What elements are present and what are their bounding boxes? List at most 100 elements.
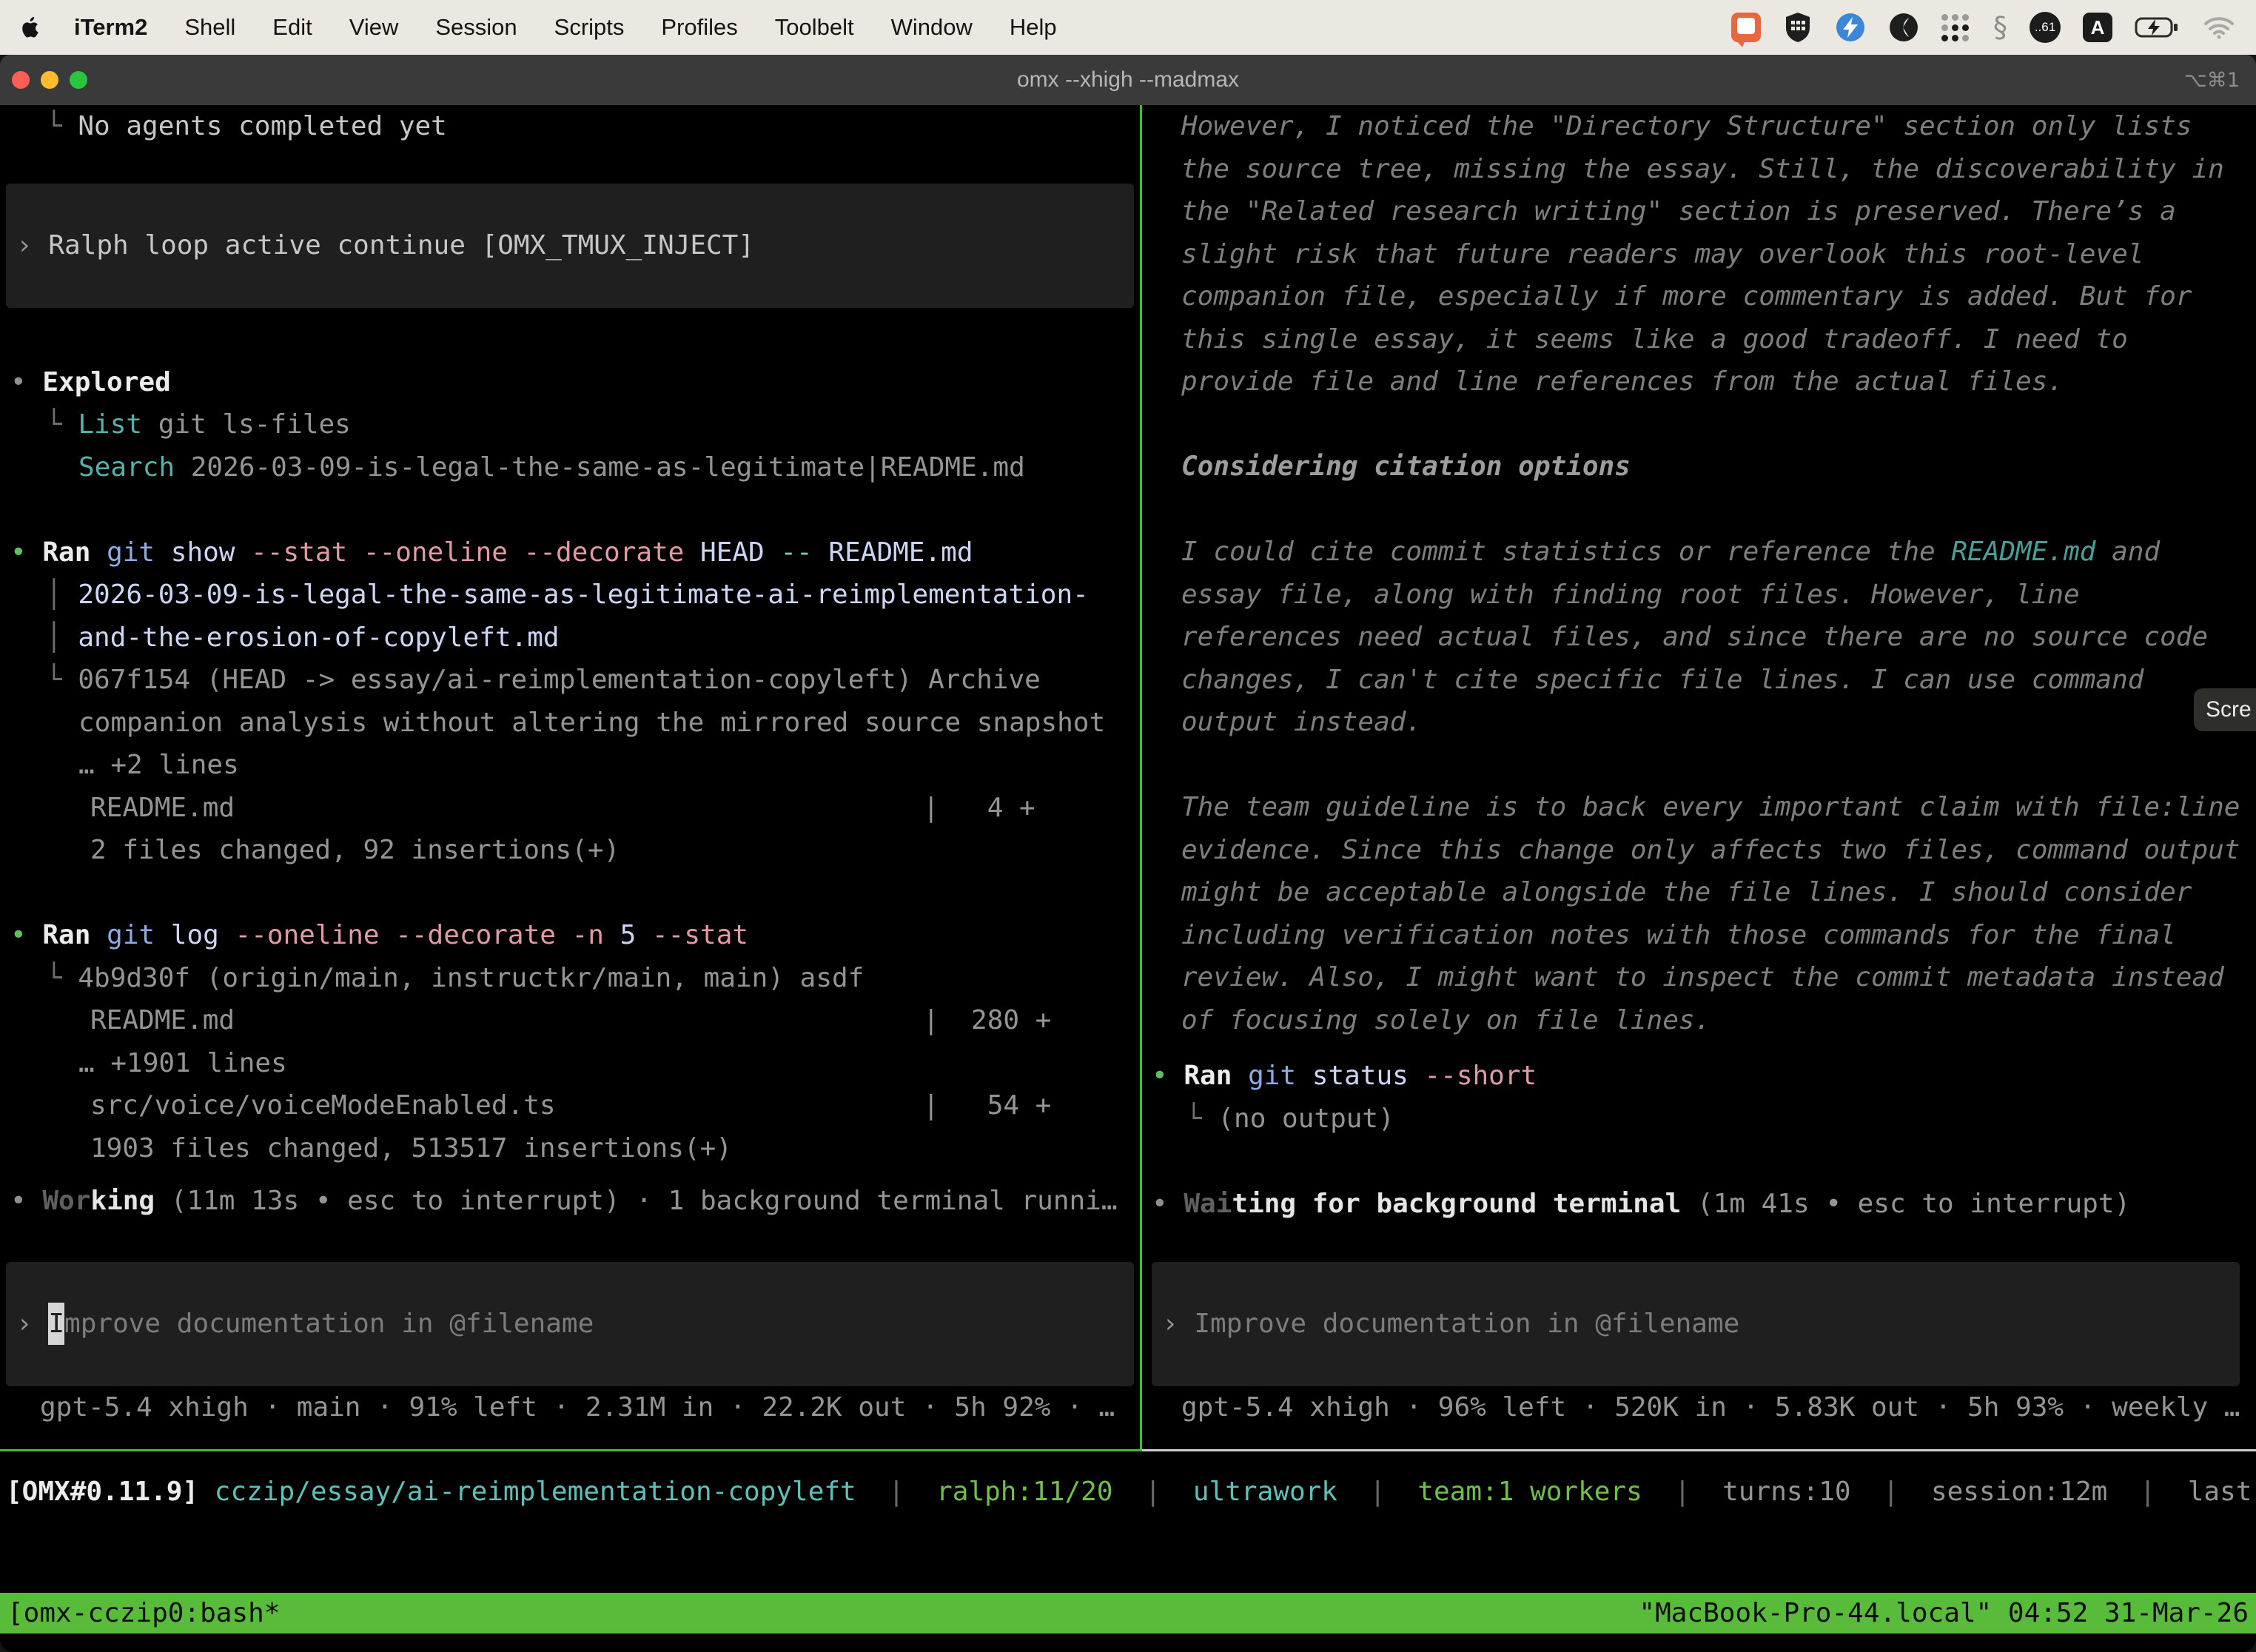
terminal-row: companion file, especially if more comme… (1150, 275, 2250, 318)
menu-item-help[interactable]: Help (1010, 14, 1057, 41)
terminal-row: src/voice/voiceModeEnabled.ts| 54 + (0, 1084, 1140, 1127)
terminal-row (0, 488, 1140, 531)
menu-item-toolbelt[interactable]: Toolbelt (775, 14, 854, 41)
iterm2-window: omx --xhigh --madmax ⌥⌘1 └ No agents com… (0, 55, 2256, 1652)
window-title: omx --xhigh --madmax (0, 67, 2256, 93)
spacer (0, 308, 1140, 361)
terminal-row (1150, 744, 2250, 787)
battery-charging-icon[interactable] (2135, 16, 2181, 38)
terminal-row: provide file and line references from th… (1150, 360, 2250, 403)
omx-status-line: [OMX#0.11.9] cczip/essay/ai-reimplementa… (6, 1471, 2256, 1514)
blue-bolt-icon[interactable] (1835, 12, 1866, 43)
terminal-row: might be acceptable alongside the file l… (1150, 871, 2250, 914)
terminal-row: │ 2026-03-09-is-legal-the-same-as-legiti… (0, 574, 1140, 617)
terminal-row: slight risk that future readers may over… (1150, 233, 2250, 276)
menu-items: iTerm2 Shell Edit View Session Scripts Profile… (74, 14, 1057, 41)
terminal-row: └ 067f154 (HEAD -> essay/ai-reimplementa… (0, 659, 1140, 702)
crescent-circle-icon[interactable] (1888, 12, 1919, 43)
menu-item-iterm2[interactable]: iTerm2 (74, 14, 147, 41)
terminal-row (1150, 488, 2250, 531)
keyboard-layout-badge[interactable]: A (2083, 13, 2112, 42)
menu-item-session[interactable]: Session (435, 14, 517, 41)
terminal-row: companion analysis without altering the … (0, 702, 1140, 745)
terminal-row: • Ran git log --oneline --decorate -n 5 … (0, 914, 1140, 957)
apple-menu-icon[interactable] (21, 15, 43, 40)
terminal-row: Considering citation options (1150, 446, 2250, 488)
spacer (1150, 1225, 2250, 1262)
macos-menu-bar: iTerm2 Shell Edit View Session Scripts Profile… (0, 0, 2256, 55)
spacer (0, 148, 1140, 184)
menu-item-shell[interactable]: Shell (184, 14, 235, 41)
terminal-row: README.md| 4 + (0, 787, 1140, 830)
terminal-row: › Improve documentation in @filename (1152, 1303, 2240, 1346)
shield-grid-icon[interactable] (1783, 11, 1813, 44)
terminal-row (0, 872, 1140, 915)
terminal-row: output instead. (1150, 701, 2250, 744)
terminal-row: essay file, along with finding root file… (1150, 574, 2250, 617)
window-shortcut-hint: ⌥⌘1 (2184, 69, 2240, 92)
terminal-row: [OMX#0.11.9] cczip/essay/ai-reimplementa… (6, 1471, 2256, 1514)
spacer (1150, 1041, 2250, 1055)
terminal-row: The team guideline is to back every impo… (1150, 786, 2250, 829)
terminal-row: review. Also, I might want to inspect th… (1150, 956, 2250, 999)
wifi-icon[interactable] (2203, 16, 2235, 39)
terminal-row: • Working (11m 13s • esc to interrupt) ·… (0, 1180, 1140, 1223)
pane-divider-vertical[interactable] (1140, 105, 1142, 1449)
prompt-input-box[interactable]: › Ralph loop active continue [OMX_TMUX_I… (6, 184, 1134, 308)
menu-item-view[interactable]: View (349, 14, 399, 41)
prompt-input-box[interactable]: › Improve documentation in @filename (1152, 1262, 2240, 1386)
terminal-row: this single essay, it seems like a good … (1150, 318, 2250, 361)
tmux-host-clock: "MacBook-Pro-44.local" 04:52 31-Mar-26 (1639, 1598, 2249, 1628)
screen-record-chat-icon[interactable] (1731, 13, 1761, 42)
terminal-row: └ No agents completed yet (0, 105, 1140, 148)
terminal-row: README.md| 280 + (0, 999, 1140, 1042)
prompt-input-box[interactable]: › Improve documentation in @filename (6, 1262, 1134, 1386)
pane-divider-horizontal-right (1142, 1449, 2256, 1451)
terminal-row: … +2 lines (0, 744, 1140, 787)
terminal-content: └ No agents completed yet › Ralph loop ac… (0, 105, 2256, 1652)
terminal-row: of focusing solely on file lines. (1150, 999, 2250, 1042)
terminal-row: changes, I can't cite specific file line… (1150, 659, 2250, 702)
terminal-row: • Ran git show --stat --oneline --decora… (0, 531, 1140, 574)
terminal-row: the "Related research writing" section i… (1150, 190, 2250, 233)
terminal-row: 1903 files changed, 513517 insertions(+) (0, 1127, 1140, 1170)
menu-item-window[interactable]: Window (891, 14, 973, 41)
terminal-row: └ List git ls-files (0, 403, 1140, 446)
screen-share-tooltip[interactable]: Scre (2194, 688, 2256, 731)
menu-item-profiles[interactable]: Profiles (661, 14, 737, 41)
terminal-row (1150, 1140, 2250, 1183)
terminal-row: › Improve documentation in @filename (6, 1303, 1134, 1346)
terminal-row: references need actual files, and since … (1150, 616, 2250, 659)
terminal-row: └ 4b9d30f (origin/main, instructkr/main,… (0, 957, 1140, 1000)
terminal-row: gpt-5.4 xhigh · 96% left · 520K in · 5.8… (1150, 1386, 2250, 1429)
window-title-bar[interactable]: omx --xhigh --madmax ⌥⌘1 (0, 55, 2256, 105)
terminal-row: gpt-5.4 xhigh · main · 91% left · 2.31M … (0, 1386, 1140, 1429)
terminal-row: the source tree, missing the essay. Stil… (1150, 148, 2250, 191)
terminal-row: including verification notes with those … (1150, 914, 2250, 957)
tmux-session-label: [omx-cczip0:bash* (7, 1598, 280, 1628)
terminal-row: • Waiting for background terminal (1m 41… (1150, 1183, 2250, 1226)
terminal-row: › Ralph loop active continue [OMX_TMUX_I… (6, 224, 1134, 267)
terminal-row: evidence. Since this change only affects… (1150, 829, 2250, 872)
spacer (0, 1169, 1140, 1180)
dragon-icon[interactable]: § (1993, 11, 2007, 44)
dots-grid-icon[interactable] (1941, 13, 1971, 42)
pane-divider-horizontal-left (0, 1449, 1142, 1451)
menu-item-scripts[interactable]: Scripts (554, 14, 625, 41)
terminal-row: Search 2026-03-09-is-legal-the-same-as-l… (0, 446, 1140, 489)
terminal-row: │ and-the-erosion-of-copyleft.md (0, 617, 1140, 659)
menu-item-edit[interactable]: Edit (272, 14, 312, 41)
terminal-row: However, I noticed the "Directory Struct… (1150, 105, 2250, 148)
menubar-status-icons: § ..61 A (1731, 11, 2235, 44)
timer-badge[interactable]: ..61 (2030, 12, 2061, 43)
left-terminal-pane[interactable]: └ No agents completed yet › Ralph loop ac… (0, 105, 1140, 1449)
terminal-row: I could cite commit statistics or refere… (1150, 531, 2250, 574)
terminal-row: • Explored (0, 361, 1140, 404)
tmux-status-bar: [omx-cczip0:bash* "MacBook-Pro-44.local"… (0, 1593, 2256, 1633)
terminal-row: 2 files changed, 92 insertions(+) (0, 829, 1140, 872)
terminal-row: └ (no output) (1150, 1098, 2250, 1141)
terminal-row (1150, 403, 2250, 446)
right-terminal-pane[interactable]: However, I noticed the "Directory Struct… (1150, 105, 2250, 1449)
spacer (0, 1223, 1140, 1262)
terminal-row: • Ran git status --short (1150, 1055, 2250, 1098)
